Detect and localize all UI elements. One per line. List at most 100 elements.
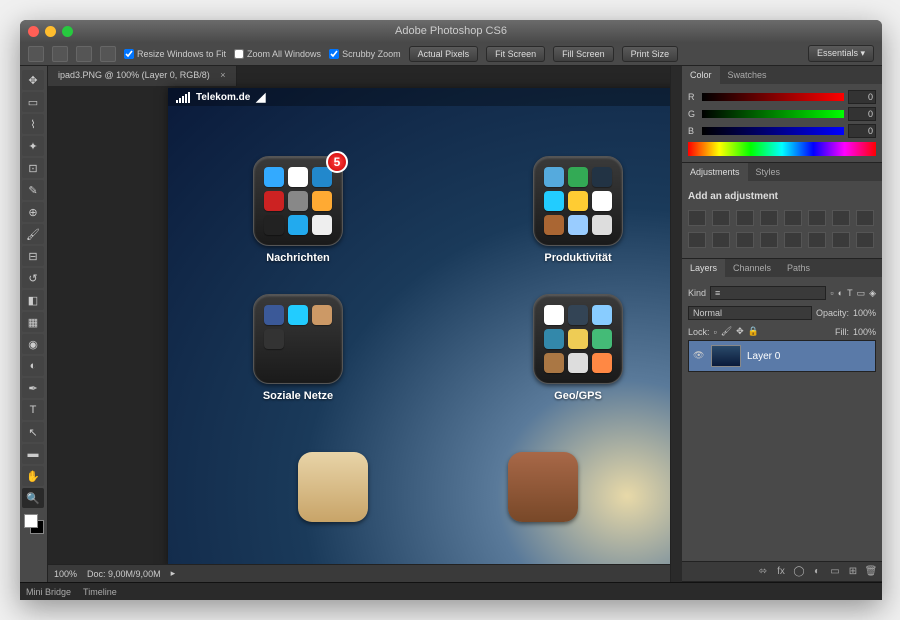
lock-pixels-icon[interactable]: 🖌 (721, 326, 732, 337)
filter-type-icon[interactable]: T (847, 288, 853, 298)
blur-tool[interactable]: ◉ (22, 334, 44, 354)
lasso-tool[interactable]: ⌇ (22, 114, 44, 134)
adjustment-layer-icon[interactable]: ◐ (810, 565, 824, 579)
exposure-icon[interactable] (760, 210, 778, 226)
filter-adj-icon[interactable]: ◐ (838, 288, 843, 298)
red-slider[interactable] (702, 93, 844, 101)
workspace-selector[interactable]: Essentials ▾ (808, 45, 874, 62)
filter-shape-icon[interactable]: ▭ (857, 288, 866, 299)
posterize-icon[interactable] (784, 232, 802, 248)
layer-row[interactable]: 👁 Layer 0 (688, 340, 876, 372)
canvas[interactable]: Telekom.de ◢ 5 Nachrichten (168, 88, 670, 568)
green-input[interactable] (848, 107, 876, 121)
brightness-icon[interactable] (688, 210, 706, 226)
paths-tab[interactable]: Paths (779, 259, 818, 277)
fx-icon[interactable]: fx (774, 565, 788, 579)
opacity-value[interactable]: 100% (853, 308, 876, 318)
wand-tool[interactable]: ✦ (22, 136, 44, 156)
selective-color-icon[interactable] (856, 232, 874, 248)
scrubby-zoom-checkbox[interactable]: Scrubby Zoom (329, 49, 401, 59)
hand-tool[interactable]: ✋ (22, 466, 44, 486)
visibility-icon[interactable]: 👁 (693, 350, 705, 362)
zoom-options-icon[interactable] (100, 46, 116, 62)
invert-icon[interactable] (760, 232, 778, 248)
delete-layer-icon[interactable]: 🗑 (864, 565, 878, 579)
pen-tool[interactable]: ✒ (22, 378, 44, 398)
move-tool[interactable]: ✥ (22, 70, 44, 90)
zoom-all-checkbox[interactable]: Zoom All Windows (234, 49, 321, 59)
channels-tab[interactable]: Channels (725, 259, 779, 277)
layer-name[interactable]: Layer 0 (747, 351, 780, 362)
collapsed-panel-strip[interactable] (670, 66, 682, 582)
statusbar-arrow-icon[interactable]: ▸ (171, 568, 176, 579)
channel-mixer-icon[interactable] (712, 232, 730, 248)
lut-icon[interactable] (736, 232, 754, 248)
healing-tool[interactable]: ⊕ (22, 202, 44, 222)
blue-input[interactable] (848, 124, 876, 138)
red-input[interactable] (848, 90, 876, 104)
doc-size[interactable]: Doc: 9,00M/9,00M (87, 569, 161, 579)
resize-windows-checkbox[interactable]: Resize Windows to Fit (124, 49, 226, 59)
marquee-tool[interactable]: ▭ (22, 92, 44, 112)
filter-smart-icon[interactable]: ◈ (869, 288, 876, 299)
link-layers-icon[interactable]: ⬄ (756, 565, 770, 579)
color-tab[interactable]: Color (682, 66, 720, 84)
zoom-tool-icon[interactable] (52, 46, 68, 62)
lock-all-icon[interactable]: 🔒 (748, 326, 759, 337)
path-tool[interactable]: ↖ (22, 422, 44, 442)
spectrum-picker[interactable] (688, 142, 876, 156)
layers-tab[interactable]: Layers (682, 259, 725, 277)
actual-pixels-button[interactable]: Actual Pixels (409, 46, 479, 62)
styles-tab[interactable]: Styles (748, 163, 789, 181)
shape-tool[interactable]: ▬ (22, 444, 44, 464)
close-window-button[interactable] (28, 26, 39, 37)
close-tab-icon[interactable]: × (220, 70, 225, 80)
print-size-button[interactable]: Print Size (622, 46, 679, 62)
new-layer-icon[interactable]: ⊞ (846, 565, 860, 579)
brush-tool[interactable]: 🖌 (22, 224, 44, 244)
timeline-tab[interactable]: Timeline (83, 587, 117, 597)
foreground-swatch[interactable] (24, 514, 38, 528)
bw-icon[interactable] (856, 210, 874, 226)
blue-slider[interactable] (702, 127, 844, 135)
type-tool[interactable]: T (22, 400, 44, 420)
adjustments-tab[interactable]: Adjustments (682, 163, 748, 181)
vibrance-icon[interactable] (784, 210, 802, 226)
kind-filter[interactable]: ≡ (710, 286, 826, 300)
lock-position-icon[interactable]: ✥ (736, 326, 744, 337)
layer-thumbnail[interactable] (711, 345, 741, 367)
history-brush-tool[interactable]: ↺ (22, 268, 44, 288)
swatches-tab[interactable]: Swatches (720, 66, 775, 84)
green-slider[interactable] (702, 110, 844, 118)
group-icon[interactable]: ▭ (828, 565, 842, 579)
gradient-map-icon[interactable] (832, 232, 850, 248)
hue-icon[interactable] (808, 210, 826, 226)
photo-filter-icon[interactable] (688, 232, 706, 248)
document-tab[interactable]: ipad3.PNG @ 100% (Layer 0, RGB/8) × (48, 66, 237, 86)
threshold-icon[interactable] (808, 232, 826, 248)
fit-screen-button[interactable]: Fit Screen (486, 46, 545, 62)
filter-pixel-icon[interactable]: ▫ (830, 288, 833, 298)
gradient-tool[interactable]: ▦ (22, 312, 44, 332)
dodge-tool[interactable]: ◐ (22, 356, 44, 376)
stamp-tool[interactable]: ⊟ (22, 246, 44, 266)
lock-transparency-icon[interactable]: ▫ (714, 327, 717, 337)
zoom-window-button[interactable] (62, 26, 73, 37)
mini-bridge-tab[interactable]: Mini Bridge (26, 587, 71, 597)
ps-icon[interactable] (28, 46, 44, 62)
eraser-tool[interactable]: ◧ (22, 290, 44, 310)
levels-icon[interactable] (712, 210, 730, 226)
mask-icon[interactable]: ◯ (792, 565, 806, 579)
eyedropper-tool[interactable]: ✎ (22, 180, 44, 200)
minimize-window-button[interactable] (45, 26, 56, 37)
zoom-tool[interactable]: 🔍 (22, 488, 44, 508)
zoom-out-icon[interactable] (76, 46, 92, 62)
color-balance-icon[interactable] (832, 210, 850, 226)
color-swatches[interactable] (22, 514, 45, 540)
blend-mode-dropdown[interactable]: Normal (688, 306, 812, 320)
zoom-level[interactable]: 100% (54, 569, 77, 579)
crop-tool[interactable]: ⊡ (22, 158, 44, 178)
fill-value[interactable]: 100% (853, 327, 876, 337)
curves-icon[interactable] (736, 210, 754, 226)
fill-screen-button[interactable]: Fill Screen (553, 46, 614, 62)
